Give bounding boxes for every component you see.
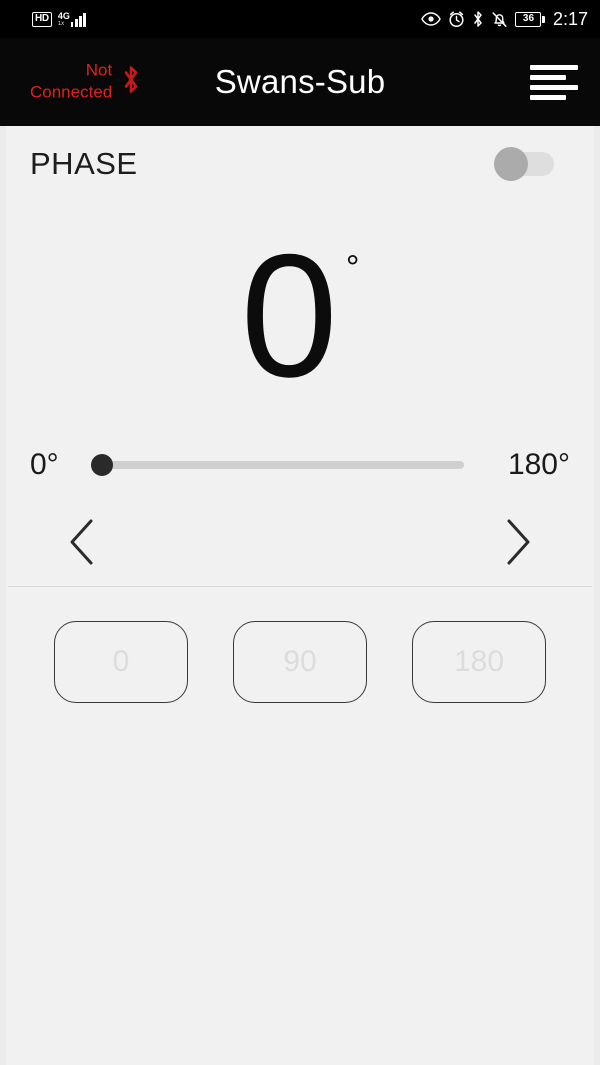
- page-title: Swans-Sub: [214, 63, 386, 100]
- network-type-label: 4G 1x: [57, 10, 70, 27]
- bell-muted-icon: [491, 11, 508, 28]
- signal-bars-icon: [70, 12, 86, 27]
- preset-button-90[interactable]: 90: [233, 621, 367, 703]
- phase-label: PHASE: [30, 146, 138, 181]
- system-status-bar: HD 4G 1x 36 2:17: [0, 0, 600, 38]
- app-root: HD 4G 1x 36 2:17 Not Connected Swans-Sub…: [0, 0, 600, 1065]
- phase-header-row: PHASE: [6, 126, 594, 202]
- battery-body: 36: [515, 11, 542, 27]
- preset-button-0[interactable]: 0: [54, 621, 188, 703]
- main-content: PHASE 0 ° 0° 180° 0 90 180: [0, 126, 600, 1065]
- phase-slider-row: 0° 180°: [6, 432, 594, 498]
- eye-icon: [421, 12, 442, 26]
- slider-thumb[interactable]: [91, 454, 113, 476]
- phase-value-inner: 0 °: [240, 219, 360, 415]
- slider-max-label: 180°: [507, 448, 570, 481]
- status-bar-left: HD 4G 1x: [32, 10, 86, 27]
- status-bar-clock: 2:17: [552, 8, 588, 29]
- degree-symbol: °: [345, 249, 360, 288]
- phase-value-number: 0: [240, 219, 338, 415]
- bluetooth-icon: [472, 10, 484, 28]
- stepper-row: [6, 498, 594, 586]
- alarm-clock-icon: [448, 10, 465, 28]
- chevron-left-icon[interactable]: [54, 514, 110, 570]
- battery-icon: 36: [515, 11, 545, 27]
- hd-icon: HD: [32, 11, 52, 27]
- slider-track: [102, 461, 464, 469]
- cellular-signal-icon: 4G 1x: [57, 10, 86, 27]
- battery-cap: [542, 15, 545, 23]
- toggle-knob: [494, 147, 528, 181]
- preset-button-180[interactable]: 180: [412, 621, 546, 703]
- battery-level-label: 36: [522, 13, 535, 24]
- preset-buttons-row: 0 90 180: [6, 587, 594, 703]
- phase-slider[interactable]: [91, 448, 464, 482]
- slider-min-label: 0°: [30, 448, 59, 481]
- phase-toggle-switch[interactable]: [494, 147, 556, 181]
- app-bar: Not Connected Swans-Sub: [0, 38, 600, 126]
- status-bar-right: 36 2:17: [421, 9, 588, 30]
- phase-value-display: 0 °: [6, 202, 594, 432]
- chevron-right-icon[interactable]: [490, 514, 546, 570]
- hamburger-menu-icon[interactable]: [530, 62, 578, 102]
